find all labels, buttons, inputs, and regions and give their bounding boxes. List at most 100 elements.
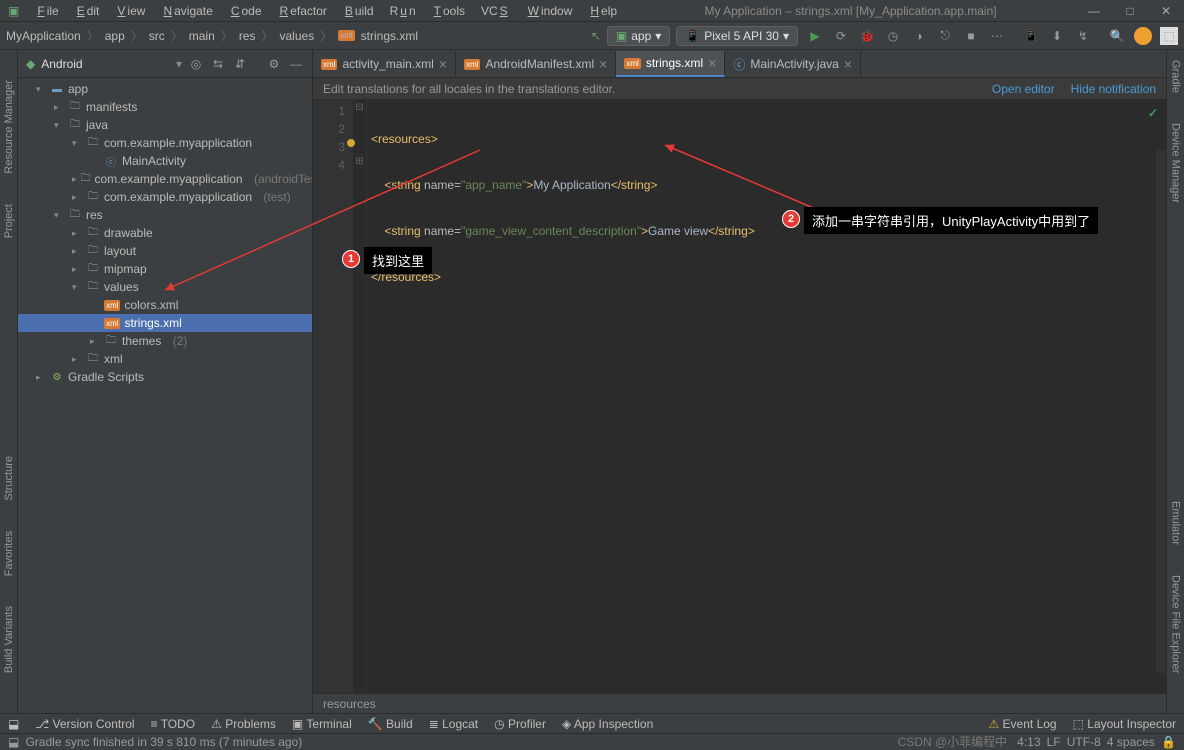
tree-node-main-activity[interactable]: ⓒMainActivity: [18, 152, 312, 170]
run-button[interactable]: ▶: [806, 27, 824, 45]
tree-node-manifests[interactable]: ▸🗀manifests: [18, 98, 312, 116]
maximize-button[interactable]: □: [1118, 4, 1142, 18]
tree-node-xml[interactable]: ▸🗀xml: [18, 350, 312, 368]
project-view-mode[interactable]: Android: [41, 57, 170, 71]
crumb-file[interactable]: strings.xml: [361, 29, 418, 43]
menu-vcs[interactable]: VCS: [479, 4, 512, 18]
tool-build[interactable]: 🔨 Build: [368, 717, 413, 731]
tree-node-res[interactable]: ▾🗀res: [18, 206, 312, 224]
menu-build[interactable]: Build: [341, 4, 376, 18]
tree-node-package-androidtest[interactable]: ▸🗀com.example.myapplication (androidTest…: [18, 170, 312, 188]
tree-node-strings[interactable]: xmlstrings.xml: [18, 314, 312, 332]
gear-icon[interactable]: ⚙: [266, 57, 282, 71]
menu-refactor[interactable]: Refactor: [276, 4, 329, 18]
tool-resource-manager[interactable]: Resource Manager: [3, 80, 15, 174]
hide-panel-icon[interactable]: —: [288, 57, 304, 71]
menu-window[interactable]: Window: [524, 4, 575, 18]
collapse-icon[interactable]: ⇆: [210, 57, 226, 71]
search-icon[interactable]: 🔍: [1108, 27, 1126, 45]
menu-tools[interactable]: Tools: [430, 4, 467, 18]
tool-device-manager[interactable]: Device Manager: [1170, 123, 1182, 203]
coverage-icon[interactable]: ◑: [910, 27, 928, 45]
tool-project[interactable]: Project: [3, 204, 15, 238]
apply-changes-icon[interactable]: ⟳: [832, 27, 850, 45]
expand-icon[interactable]: ⇵: [232, 57, 248, 71]
crumb-src[interactable]: src: [149, 29, 165, 43]
lock-icon[interactable]: 🔒: [1161, 735, 1176, 749]
tree-node-app[interactable]: ▾▬app: [18, 80, 312, 98]
tool-problems[interactable]: ⚠ Problems: [211, 717, 276, 731]
fold-column[interactable]: ⊟⊞: [353, 100, 367, 693]
hide-notification-link[interactable]: Hide notification: [1071, 82, 1156, 96]
crumb-values[interactable]: values: [280, 29, 315, 43]
tool-todo[interactable]: ≡ TODO: [151, 717, 196, 731]
more-icon[interactable]: ⋯: [988, 27, 1006, 45]
close-icon[interactable]: ×: [599, 56, 607, 72]
line-separator[interactable]: LF: [1047, 735, 1061, 749]
tree-node-layout[interactable]: ▸🗀layout: [18, 242, 312, 260]
menu-help[interactable]: Help: [586, 4, 619, 18]
target-icon[interactable]: ◎: [188, 57, 204, 71]
sync-icon[interactable]: ↯: [1074, 27, 1092, 45]
project-tree[interactable]: ▾▬app ▸🗀manifests ▾🗀java ▾🗀com.example.m…: [18, 78, 312, 713]
menu-navigate[interactable]: Navigate: [159, 4, 214, 18]
back-nav-icon[interactable]: ↖: [591, 29, 601, 43]
tab-manifest[interactable]: xmlAndroidManifest.xml×: [456, 51, 616, 77]
tree-node-drawable[interactable]: ▸🗀drawable: [18, 224, 312, 242]
avd-icon[interactable]: 📱: [1022, 27, 1040, 45]
cursor-position[interactable]: 4:13: [1017, 735, 1040, 749]
editor-breadcrumb[interactable]: resources: [313, 693, 1166, 713]
tree-node-colors[interactable]: xmlcolors.xml: [18, 296, 312, 314]
stop-button[interactable]: ■: [962, 27, 980, 45]
close-icon[interactable]: ×: [439, 56, 447, 72]
open-editor-link[interactable]: Open editor: [992, 82, 1055, 96]
device-selector[interactable]: 📱Pixel 5 API 30 ▾: [676, 26, 798, 46]
crumb-res[interactable]: res: [239, 29, 256, 43]
tab-main-activity[interactable]: ⓒMainActivity.java×: [725, 51, 861, 77]
close-icon[interactable]: ×: [708, 55, 716, 71]
tool-favorites[interactable]: Favorites: [3, 531, 15, 576]
file-encoding[interactable]: UTF-8: [1067, 735, 1101, 749]
run-config-selector[interactable]: ▣app ▾: [607, 26, 670, 46]
tool-logcat[interactable]: ≣ Logcat: [429, 717, 478, 731]
crumb-app[interactable]: app: [105, 29, 125, 43]
crumb-project[interactable]: MyApplication: [6, 29, 81, 43]
menu-code[interactable]: Code: [227, 4, 264, 18]
close-button[interactable]: ✕: [1154, 4, 1178, 18]
profiler-icon[interactable]: ◷: [884, 27, 902, 45]
tree-node-gradle[interactable]: ▸⚙Gradle Scripts: [18, 368, 312, 386]
crumb-main[interactable]: main: [189, 29, 215, 43]
tool-device-file-explorer[interactable]: Device File Explorer: [1170, 575, 1182, 673]
indent-info[interactable]: 4 spaces: [1107, 735, 1155, 749]
code-content[interactable]: <resources> <string name="app_name">My A…: [367, 100, 1166, 693]
tool-profiler[interactable]: ◷ Profiler: [494, 717, 546, 731]
tool-event-log[interactable]: ⚠ Event Log: [988, 717, 1056, 731]
tab-activity-main[interactable]: xmlactivity_main.xml×: [313, 51, 456, 77]
tree-node-themes[interactable]: ▸🗀themes (2): [18, 332, 312, 350]
user-avatar[interactable]: [1134, 27, 1152, 45]
tool-emulator[interactable]: Emulator: [1170, 501, 1182, 545]
tree-node-values[interactable]: ▾🗀values: [18, 278, 312, 296]
account-icon[interactable]: ⬚: [1160, 27, 1178, 45]
debug-button[interactable]: 🐞: [858, 27, 876, 45]
inspection-ok-icon[interactable]: ✓: [1148, 106, 1158, 120]
tab-strings[interactable]: xmlstrings.xml×: [616, 51, 725, 77]
code-editor[interactable]: 1234 ⊟⊞ <resources> <string name="app_na…: [313, 100, 1166, 693]
menu-run[interactable]: Run: [388, 4, 418, 18]
hide-bottom-icon[interactable]: ⬓: [8, 717, 19, 731]
menu-file[interactable]: File: [33, 4, 60, 18]
editor-scrollbar[interactable]: [1156, 150, 1166, 673]
menu-view[interactable]: View: [113, 4, 147, 18]
tool-app-inspection[interactable]: ◈ App Inspection: [562, 717, 653, 731]
tool-layout-inspector[interactable]: ⬚ Layout Inspector: [1073, 717, 1176, 731]
status-toggle-icon[interactable]: ⬓: [8, 735, 19, 749]
tree-node-package-main[interactable]: ▾🗀com.example.myapplication: [18, 134, 312, 152]
tool-version-control[interactable]: ⎇ Version Control: [35, 717, 134, 731]
tool-gradle[interactable]: Gradle: [1170, 60, 1182, 93]
tree-node-mipmap[interactable]: ▸🗀mipmap: [18, 260, 312, 278]
tree-node-package-test[interactable]: ▸🗀com.example.myapplication (test): [18, 188, 312, 206]
warning-marker-icon[interactable]: [347, 139, 355, 147]
menu-edit[interactable]: Edit: [73, 4, 102, 18]
tool-structure[interactable]: Structure: [3, 456, 15, 501]
tree-node-java[interactable]: ▾🗀java: [18, 116, 312, 134]
